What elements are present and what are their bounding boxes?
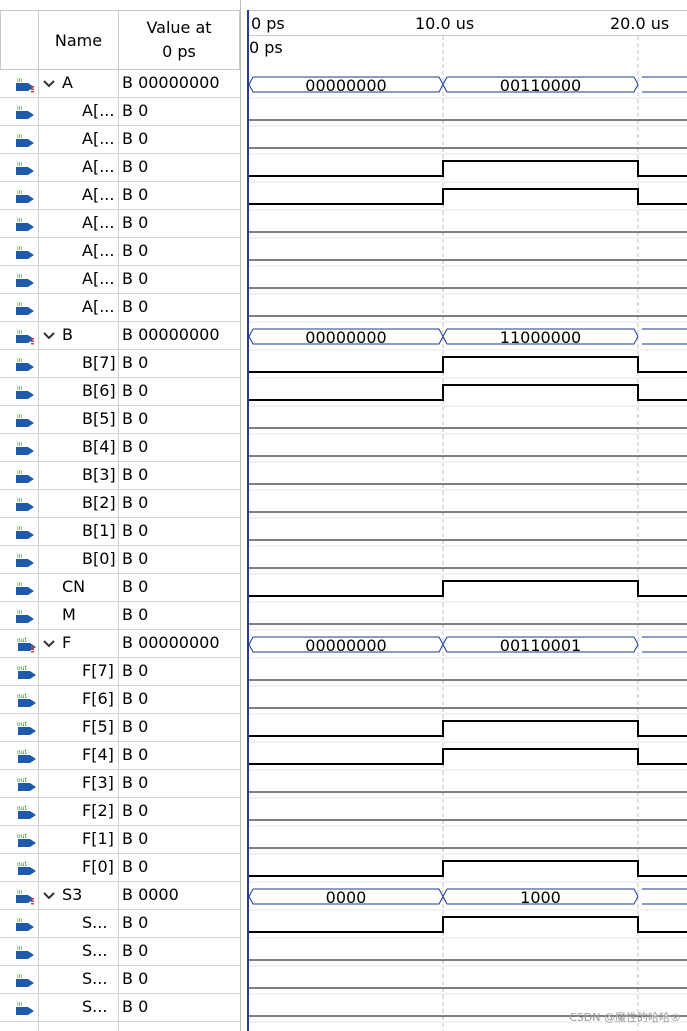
column-separator bbox=[38, 70, 39, 1031]
bus-segment-value: 00110001 bbox=[500, 636, 581, 655]
waveform-area[interactable]: 00000000 0011000000000000 1100000000000000… bbox=[0, 0, 687, 1031]
signal-waveform[interactable] bbox=[249, 160, 687, 177]
bus-segment-value: 0000 bbox=[326, 888, 367, 907]
bus-segment-value: 00000000 bbox=[305, 76, 386, 95]
bus-segment-value: 00000000 bbox=[305, 636, 386, 655]
column-separator bbox=[118, 70, 119, 1031]
signal-waveform[interactable] bbox=[249, 580, 687, 597]
watermark: CSDN @魔性的哈哈® bbox=[569, 1011, 681, 1024]
bus-segment-value: 1000 bbox=[520, 888, 561, 907]
signal-waveform[interactable] bbox=[249, 860, 687, 877]
signal-waveform[interactable] bbox=[249, 188, 687, 205]
bus-segment-value: 00110000 bbox=[500, 76, 581, 95]
bus-segment-value: 11000000 bbox=[500, 328, 581, 347]
signal-waveform[interactable] bbox=[249, 748, 687, 765]
signal-waveform[interactable] bbox=[249, 916, 687, 933]
signal-waveform[interactable] bbox=[249, 720, 687, 737]
bus-segment-value: 00000000 bbox=[305, 328, 386, 347]
signal-waveform[interactable] bbox=[249, 384, 687, 401]
signal-waveform[interactable] bbox=[249, 356, 687, 373]
